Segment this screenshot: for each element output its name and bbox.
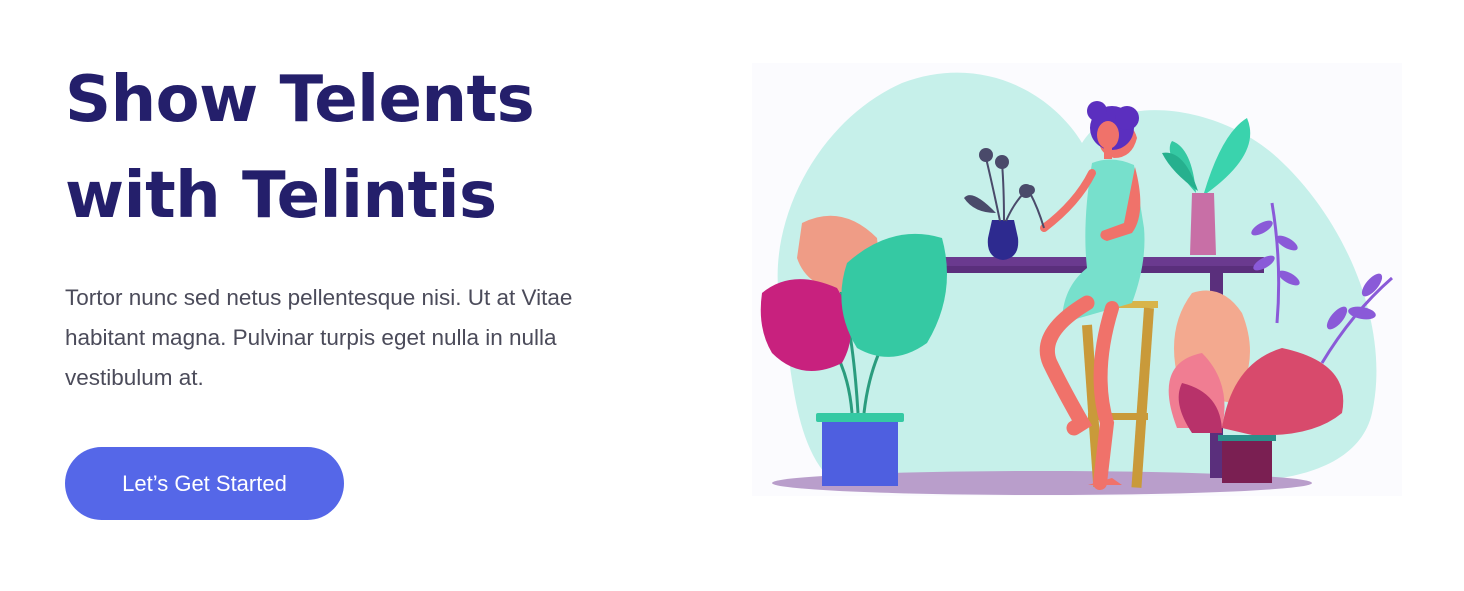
- get-started-button[interactable]: Let’s Get Started: [65, 447, 344, 520]
- hero-title: Show Telents with Telintis: [65, 52, 665, 244]
- hero-title-line-1: Show Telents: [65, 63, 535, 137]
- hero-title-line-2: with Telintis: [65, 159, 497, 233]
- hero-description: Tortor nunc sed netus pellentesque nisi.…: [65, 285, 573, 390]
- hero-content: Show Telents with Telintis Tortor nunc s…: [65, 52, 665, 398]
- woman-with-plants-illustration: [752, 63, 1402, 496]
